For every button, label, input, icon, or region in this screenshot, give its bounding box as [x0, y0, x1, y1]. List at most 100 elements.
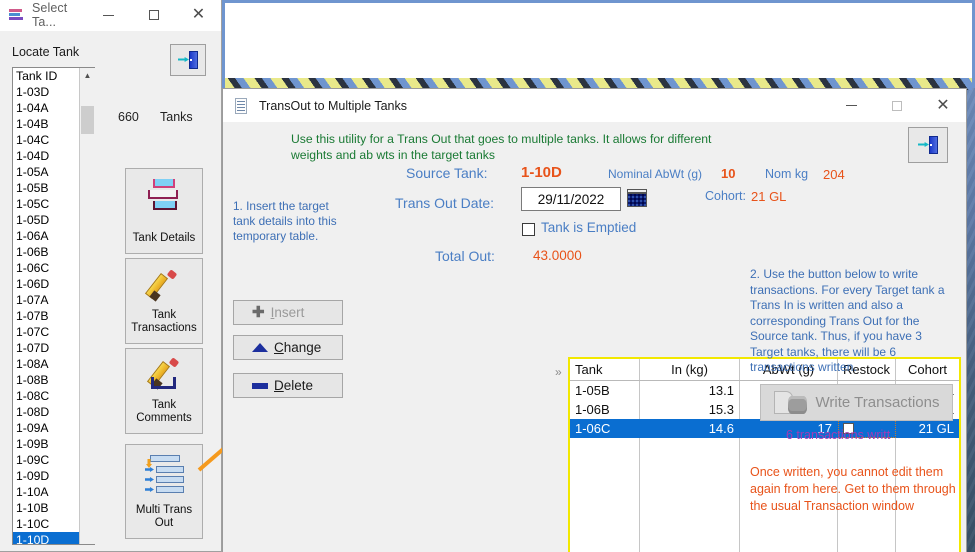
- usage-hint-text: Use this utility for a Trans Out that go…: [291, 132, 712, 162]
- transout-title: TransOut to Multiple Tanks: [259, 98, 407, 113]
- table-row-empty[interactable]: [570, 514, 959, 533]
- cell-empty: [640, 457, 740, 476]
- cell-empty: [640, 438, 740, 457]
- write-status-text: 6 transactions writt: [786, 428, 891, 442]
- cell-in-kg[interactable]: 13.1: [640, 381, 740, 400]
- list-document-icon: [233, 97, 249, 114]
- nom-kg-value: 204: [823, 167, 845, 182]
- cell-empty: [640, 495, 740, 514]
- total-out-value: 43.0000: [533, 248, 582, 263]
- books-icon: [8, 7, 24, 23]
- column-header-in-kg: In (kg): [640, 359, 740, 380]
- exit-button[interactable]: [908, 127, 948, 163]
- label-line-2: Transactions: [131, 322, 197, 334]
- close-icon[interactable]: ✕: [176, 0, 221, 30]
- cell-in-kg[interactable]: 15.3: [640, 400, 740, 419]
- cell-empty: [838, 533, 896, 552]
- column-header-tank: Tank: [570, 359, 640, 380]
- maximize-button[interactable]: [131, 0, 176, 30]
- write-transactions-button[interactable]: Write Transactions: [760, 384, 953, 421]
- change-label: Change: [274, 340, 322, 355]
- scrollbar-thumb[interactable]: [81, 106, 94, 134]
- tank-details-button[interactable]: Tank Details: [125, 168, 203, 254]
- cell-empty: [896, 533, 959, 552]
- table-row[interactable]: 1-06C 14.6 17 21 GL: [570, 419, 959, 438]
- cell-empty: [740, 533, 838, 552]
- tank-details-label: Tank Details: [132, 232, 196, 244]
- insert-button[interactable]: ✚ Insert: [233, 300, 343, 325]
- tank-transactions-label: Tank Transactions: [131, 309, 196, 335]
- tank-comments-button[interactable]: Tank Comments: [125, 348, 203, 434]
- nom-kg-label: Nom kg: [765, 167, 809, 181]
- multi-trans-icon: [138, 455, 190, 495]
- trans-out-date-input[interactable]: 29/11/2022: [521, 187, 621, 211]
- cell-empty: [570, 514, 640, 533]
- dash-icon: [252, 382, 268, 389]
- cell-empty: [640, 533, 740, 552]
- multi-trans-out-label: Multi Trans Out: [136, 504, 192, 530]
- table-row-empty[interactable]: [570, 533, 959, 552]
- tank-count-label: Tanks: [160, 110, 193, 124]
- minimize-button[interactable]: [828, 89, 874, 122]
- total-out-label: Total Out:: [435, 248, 495, 264]
- change-button[interactable]: Change: [233, 335, 343, 360]
- cell-tank[interactable]: 1-06C: [570, 419, 640, 438]
- insert-label: Insert: [270, 305, 305, 320]
- database-page-icon: [773, 390, 808, 415]
- select-tank-titlebar[interactable]: Select Ta... ✕: [0, 0, 221, 31]
- label-line-2: Out: [154, 517, 174, 529]
- calendar-icon[interactable]: [627, 189, 647, 209]
- cell-empty: [570, 533, 640, 552]
- step-1-instructions: 1. Insert the target tank details into t…: [233, 199, 337, 243]
- close-icon[interactable]: ✕: [920, 89, 966, 122]
- tank-count-value: 660: [118, 110, 139, 124]
- cell-in-kg[interactable]: 14.6: [640, 419, 740, 438]
- pencil-icon: [144, 269, 182, 302]
- delete-button[interactable]: Delete: [233, 373, 343, 398]
- cell-empty: [570, 438, 640, 457]
- tank-transactions-button[interactable]: Tank Transactions: [125, 258, 203, 344]
- minimize-button[interactable]: [86, 0, 131, 30]
- label-line-1: Tank: [151, 399, 177, 411]
- cell-tank[interactable]: 1-06B: [570, 400, 640, 419]
- cell-empty: [570, 476, 640, 495]
- transout-titlebar[interactable]: TransOut to Multiple Tanks ✕: [223, 89, 966, 122]
- select-tank-window: Select Ta... ✕ Locate Tank Tank ID 1-03D…: [0, 0, 222, 552]
- cell-tank[interactable]: 1-05B: [570, 381, 640, 400]
- cell-empty: [640, 476, 740, 495]
- cell-empty: [570, 495, 640, 514]
- exit-button[interactable]: [170, 44, 206, 76]
- cell-empty: [640, 514, 740, 533]
- transout-multiple-tanks-window: TransOut to Multiple Tanks ✕ Use this ut…: [222, 88, 967, 552]
- cohort-label: Cohort:: [705, 189, 746, 203]
- tank-emptied-label: Tank is Emptied: [541, 220, 637, 235]
- background-app-window: [222, 0, 975, 88]
- delete-label: Delete: [274, 378, 314, 393]
- table-row-empty[interactable]: [570, 438, 959, 457]
- maximize-button: [874, 89, 920, 122]
- trans-out-date-label: Trans Out Date:: [395, 195, 495, 211]
- trays-icon: [144, 179, 184, 213]
- nominal-abwt-label: Nominal AbWt (g): [608, 167, 703, 181]
- cell-cohort[interactable]: 21 GL: [896, 419, 959, 438]
- select-tank-window-controls: ✕: [86, 0, 221, 30]
- scroll-up-icon[interactable]: ▲: [80, 68, 95, 82]
- label-line-1: Tank: [151, 309, 177, 321]
- locate-tank-label: Locate Tank: [12, 45, 80, 59]
- cell-empty: [896, 514, 959, 533]
- plus-icon: ✚: [252, 304, 265, 321]
- cell-empty: [740, 514, 838, 533]
- step-2-instructions: 2. Use the button below to write transac…: [750, 267, 945, 374]
- triangle-icon: [252, 343, 268, 352]
- tank-comments-label: Tank Comments: [136, 399, 192, 425]
- label-line-2: Comments: [136, 412, 192, 424]
- multi-trans-out-button[interactable]: Multi Trans Out: [125, 444, 203, 539]
- source-tank-label: Source Tank:: [406, 165, 488, 181]
- nominal-abwt-value: 10: [721, 166, 736, 181]
- exit-door-icon: [918, 136, 938, 154]
- label-line-1: Multi Trans: [135, 504, 193, 516]
- exit-door-icon: [178, 51, 198, 69]
- tank-list-scrollbar[interactable]: ▲: [79, 68, 95, 544]
- tank-emptied-checkbox[interactable]: [522, 223, 535, 236]
- cell-empty: [896, 438, 959, 457]
